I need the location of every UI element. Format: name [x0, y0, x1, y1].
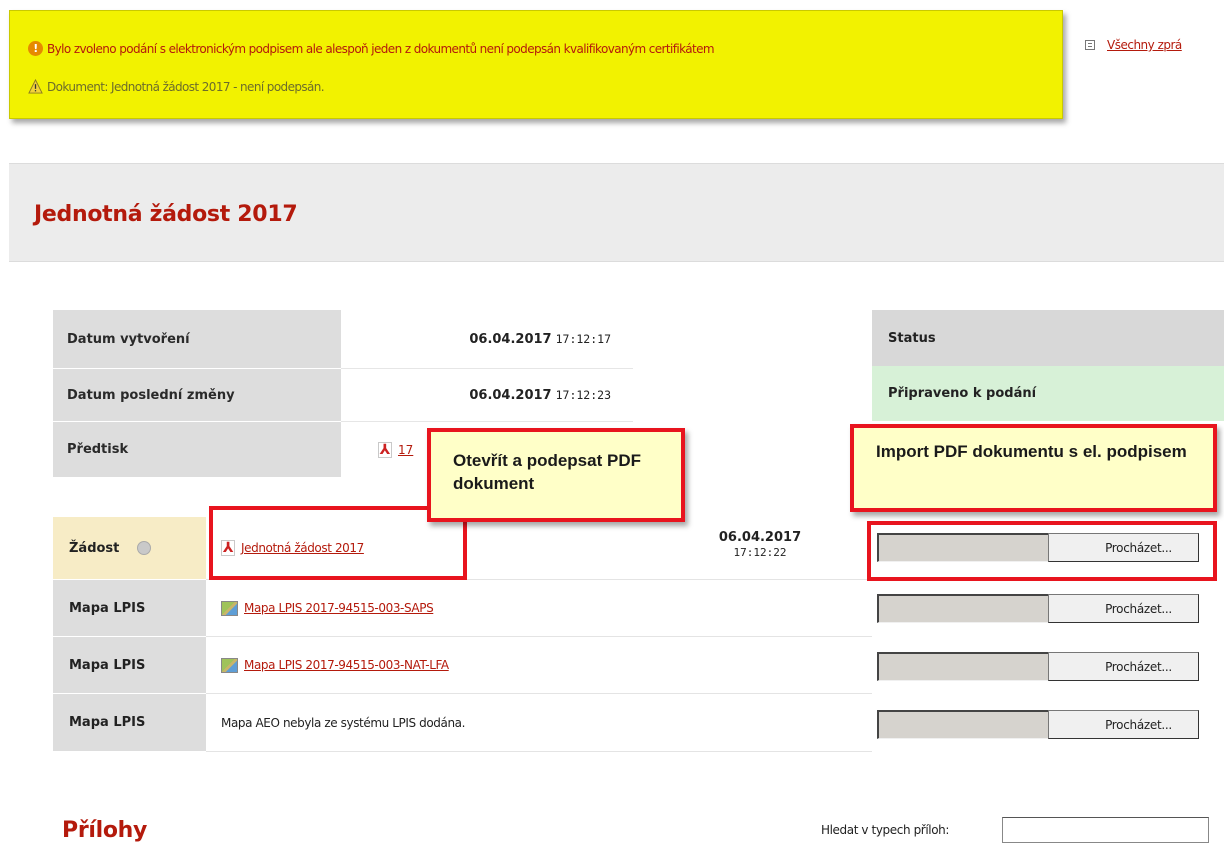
error-icon: !: [28, 41, 43, 56]
warning-text: Dokument: Jednotná žádost 2017 - není po…: [47, 79, 325, 94]
created-value: 06.04.2017 17:12:17: [341, 310, 633, 369]
attachments-title: Přílohy: [62, 818, 148, 843]
doc-row-label-lpis: Mapa LPIS: [53, 637, 206, 694]
doc-text-aeo: Mapa AEO nebyla ze systému LPIS dodána.: [221, 715, 466, 730]
file-input-lpis-nat-lfa: Procházet...: [877, 652, 1199, 681]
alert-box: ! Bylo zvoleno podání s elektronickým po…: [9, 10, 1063, 119]
browse-button[interactable]: Procházet...: [1048, 710, 1199, 739]
map-icon: [221, 657, 238, 673]
doc-link-lpis-nat-lfa[interactable]: Mapa LPIS 2017-94515-003-NAT-LFA: [244, 658, 449, 672]
doc-label: Žádost: [69, 540, 120, 556]
file-input-lpis-saps: Procházet...: [877, 594, 1199, 623]
list-icon: [1085, 40, 1095, 50]
title-panel: Jednotná žádost 2017: [9, 163, 1224, 262]
doc-row-lpis-aeo: Mapa AEO nebyla ze systému LPIS dodána.: [206, 694, 872, 752]
doc-row-label-zadost: Žádost: [53, 517, 206, 580]
pdf-icon: ⅄: [378, 442, 392, 458]
created-label: Datum vytvoření: [53, 310, 341, 369]
attachments-search-label: Hledat v typech příloh:: [821, 823, 949, 837]
doc-link-lpis-saps[interactable]: Mapa LPIS 2017-94515-003-SAPS: [244, 601, 434, 615]
file-path-field[interactable]: [877, 594, 1048, 623]
doc-row-lpis-saps: Mapa LPIS 2017-94515-003-SAPS: [206, 580, 872, 637]
browse-button[interactable]: Procházet...: [1048, 594, 1199, 623]
all-messages: Všechny zprá: [1085, 38, 1182, 52]
highlight-import-input: [867, 521, 1217, 581]
page-title: Jednotná žádost 2017: [34, 202, 298, 227]
certificate-icon: [137, 541, 152, 555]
warning-icon: [28, 79, 43, 94]
file-path-field[interactable]: [877, 710, 1048, 739]
error-message: ! Bylo zvoleno podání s elektronickým po…: [28, 41, 715, 56]
file-path-field[interactable]: [877, 652, 1048, 681]
all-messages-link[interactable]: Všechny zprá: [1107, 38, 1182, 52]
annotation-import-pdf: Import PDF dokumentu s el. podpisem: [850, 424, 1217, 512]
doc-row-label-lpis: Mapa LPIS: [53, 580, 206, 637]
file-input-lpis-aeo: Procházet...: [877, 710, 1199, 739]
error-text: Bylo zvoleno podání s elektronickým podp…: [47, 41, 715, 56]
doc-date-zadost: 06.04.2017 17:12:22: [700, 530, 820, 560]
doc-row-label-lpis: Mapa LPIS: [53, 694, 206, 752]
annotation-open-sign: Otevřít a podepsat PDF dokument: [427, 428, 685, 522]
doc-row-lpis-nat-lfa: Mapa LPIS 2017-94515-003-NAT-LFA: [206, 637, 872, 694]
preprint-label: Předtisk: [53, 422, 341, 478]
modified-label: Datum poslední změny: [53, 369, 341, 422]
created-date: 06.04.2017: [469, 331, 552, 347]
attachments-search-input[interactable]: [1002, 817, 1209, 843]
status-header: Status: [872, 310, 1224, 366]
doc-time: 17:12:22: [733, 546, 787, 559]
modified-value: 06.04.2017 17:12:23: [341, 369, 633, 422]
status-value: Připraveno k podání: [872, 366, 1224, 421]
preprint-link[interactable]: 17: [398, 443, 413, 457]
browse-button[interactable]: Procházet...: [1048, 652, 1199, 681]
modified-date: 06.04.2017: [469, 387, 552, 403]
doc-date: 06.04.2017: [718, 530, 802, 545]
warning-message: Dokument: Jednotná žádost 2017 - není po…: [28, 79, 325, 94]
map-icon: [221, 600, 238, 616]
created-time: 17:12:17: [555, 332, 611, 346]
modified-time: 17:12:23: [555, 388, 611, 402]
